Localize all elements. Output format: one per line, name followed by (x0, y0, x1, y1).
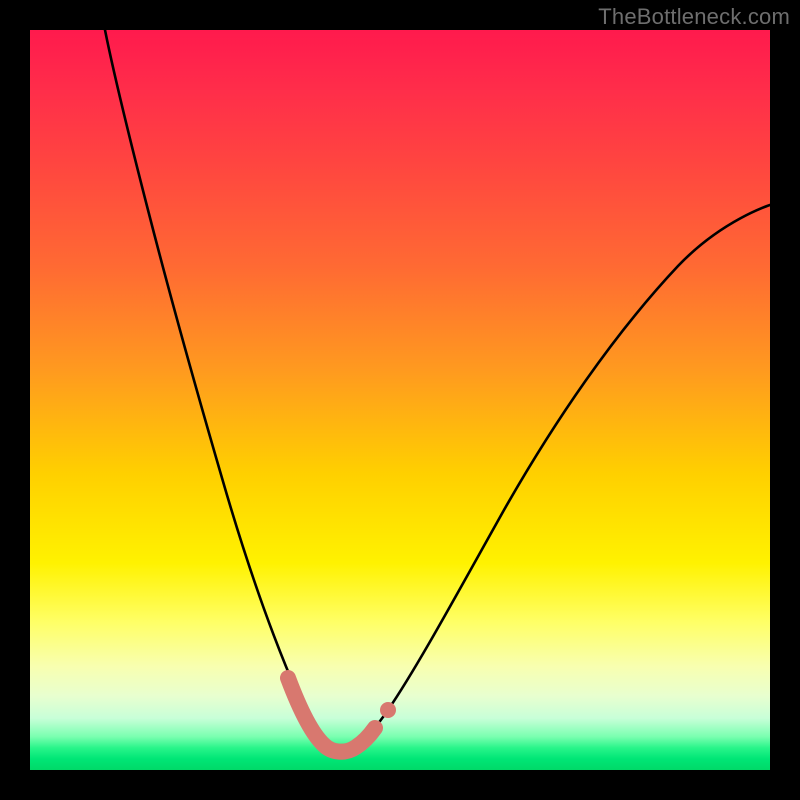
chart-background-gradient (30, 30, 770, 770)
watermark-text: TheBottleneck.com (598, 4, 790, 30)
chart-frame (30, 30, 770, 770)
